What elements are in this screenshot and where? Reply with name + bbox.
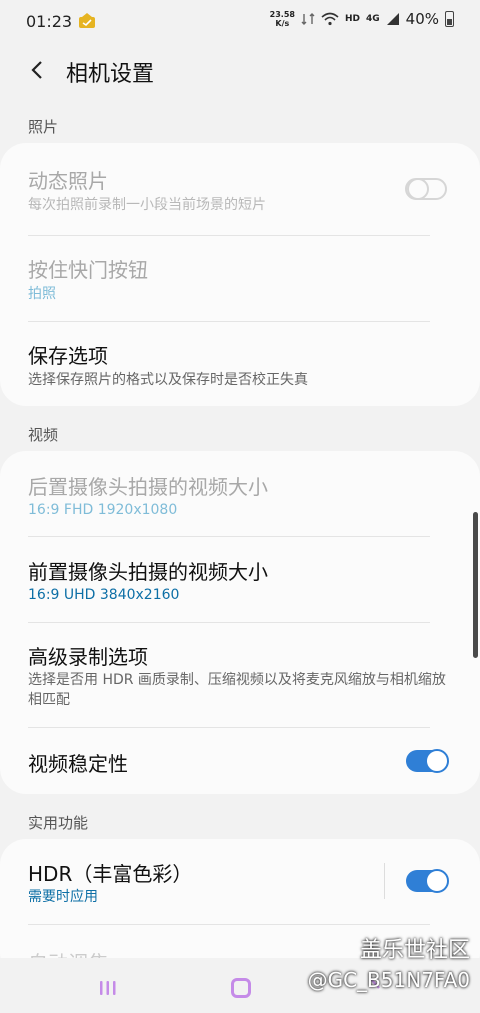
hold-shutter-title: 按住快门按钮	[28, 258, 148, 282]
hdr-title: HDR（丰富色彩）	[28, 862, 193, 886]
card-photo: 动态照片 每次拍照前录制一小段当前场景的短片 按住快门按钮 拍照 保存选项 选择…	[0, 143, 480, 406]
recent-apps-icon[interactable]	[98, 980, 118, 996]
status-bar: 01:23 23.58 K/s HD 4G 40%	[0, 0, 480, 44]
battery-percent: 40%	[405, 10, 439, 28]
row-front-video-size[interactable]: 前置摄像头拍摄的视频大小 16:9 UHD 3840x2160	[0, 537, 480, 622]
motion-photo-toggle[interactable]	[405, 178, 447, 200]
card-video: 后置摄像头拍摄的视频大小 16:9 FHD 1920x1080 前置摄像头拍摄的…	[0, 451, 480, 794]
hold-shutter-value: 拍照	[28, 286, 56, 302]
hdr-toggle[interactable]	[406, 869, 449, 893]
save-options-title: 保存选项	[28, 344, 108, 368]
rear-video-size-title: 后置摄像头拍摄的视频大小	[28, 475, 268, 499]
wifi-icon	[321, 12, 339, 26]
data-saver-icon	[301, 13, 315, 25]
row-save-options[interactable]: 保存选项 选择保存照片的格式以及保存时是否校正失真	[0, 322, 480, 406]
watermark-user: @GC_B51N7FA0	[307, 968, 470, 992]
signal-icon	[386, 13, 399, 25]
watermark-community: 盖乐世社区	[359, 938, 470, 963]
hd-label: HD	[344, 14, 360, 24]
lte-label: 4G	[366, 14, 380, 24]
page-title: 相机设置	[66, 62, 155, 87]
rear-video-size-value: 16:9 FHD 1920x1080	[28, 502, 178, 518]
row-rear-video-size[interactable]: 后置摄像头拍摄的视频大小 16:9 FHD 1920x1080	[0, 451, 480, 536]
stabilization-toggle[interactable]	[406, 749, 449, 773]
section-label-photo: 照片	[28, 118, 59, 136]
vertical-divider	[384, 863, 385, 899]
status-right: 23.58 K/s HD 4G 40%	[270, 10, 454, 28]
motion-photo-subtitle: 每次拍照前录制一小段当前场景的短片	[28, 197, 266, 213]
stabilization-title: 视频稳定性	[28, 752, 128, 776]
advanced-recording-subtitle: 选择是否用 HDR 画质录制、压缩视频以及将麦克风缩放与相机缩放相匹配	[28, 672, 446, 708]
motion-photo-title: 动态照片	[28, 169, 108, 193]
home-icon[interactable]	[231, 978, 251, 998]
status-time: 01:23	[26, 12, 73, 31]
row-hold-shutter[interactable]: 按住快门按钮 拍照	[0, 236, 480, 321]
row-motion-photo[interactable]: 动态照片 每次拍照前录制一小段当前场景的短片	[0, 143, 480, 235]
network-speed: 23.58 K/s	[269, 10, 295, 28]
row-hdr[interactable]: HDR（丰富色彩） 需要时应用	[0, 839, 480, 924]
section-label-video: 视频	[28, 426, 59, 444]
advanced-recording-title: 高级录制选项	[28, 645, 148, 669]
row-stabilization[interactable]: 视频稳定性	[0, 728, 480, 794]
section-label-useful: 实用功能	[28, 814, 89, 832]
back-arrow-icon[interactable]	[26, 58, 50, 82]
hdr-value: 需要时应用	[28, 889, 98, 905]
battery-icon	[445, 11, 454, 27]
front-video-size-title: 前置摄像头拍摄的视频大小	[28, 560, 268, 584]
save-options-subtitle: 选择保存照片的格式以及保存时是否校正失真	[28, 372, 308, 388]
header: 相机设置	[0, 52, 480, 92]
notification-icon	[79, 13, 95, 28]
row-advanced-recording[interactable]: 高级录制选项 选择是否用 HDR 画质录制、压缩视频以及将麦克风缩放与相机缩放相…	[0, 623, 480, 727]
front-video-size-value: 16:9 UHD 3840x2160	[28, 587, 180, 603]
scrollbar[interactable]	[473, 512, 478, 658]
